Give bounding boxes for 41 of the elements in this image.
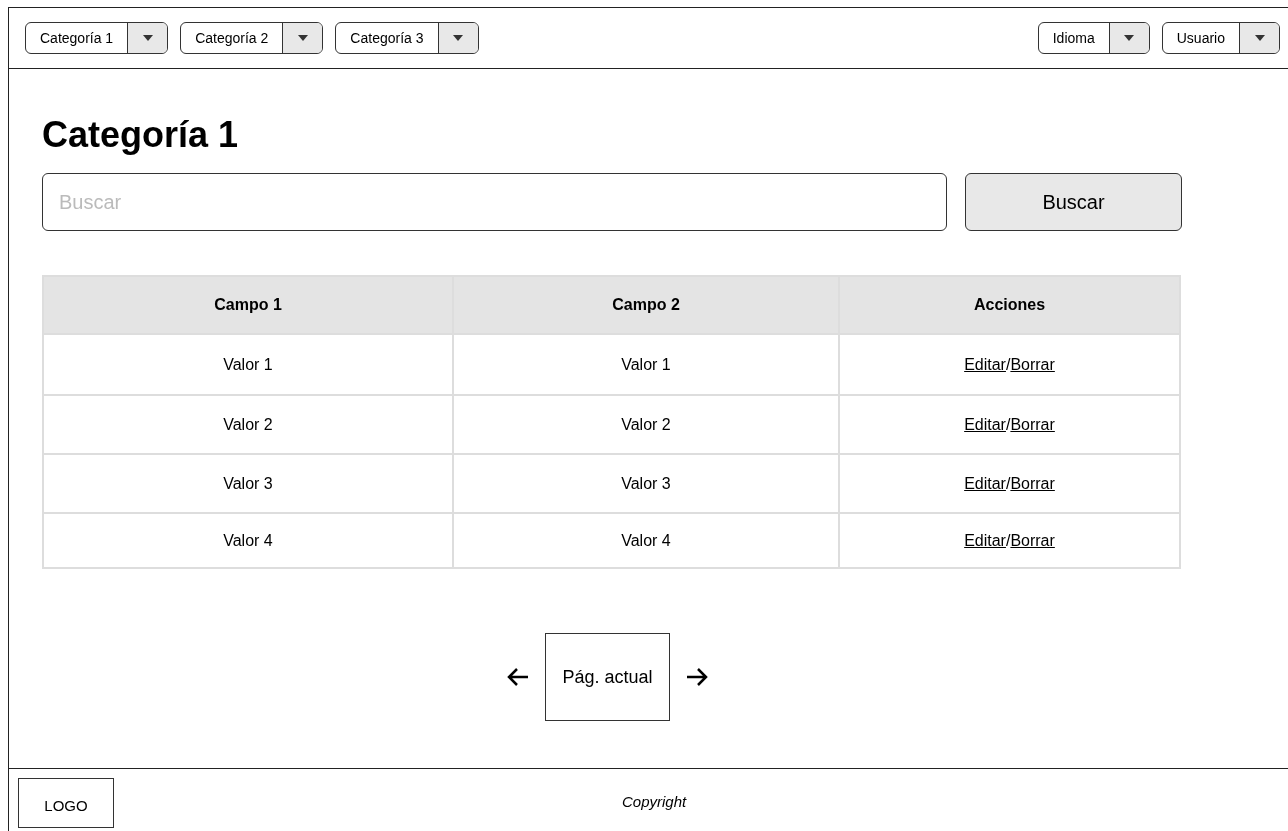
arrow-left-icon[interactable] bbox=[507, 667, 529, 687]
action-link[interactable]: Editar bbox=[964, 415, 1006, 433]
separator: / bbox=[1005, 531, 1011, 549]
table-cell: Valor 1 bbox=[453, 334, 839, 395]
caret-icon bbox=[453, 35, 463, 41]
dropdown[interactable]: Idioma bbox=[1037, 22, 1150, 54]
table-cell: Valor 4 bbox=[43, 513, 453, 568]
arrow-right-icon[interactable] bbox=[686, 667, 708, 687]
caret-icon bbox=[142, 35, 153, 41]
dropdown[interactable]: Categoría 1 bbox=[25, 22, 169, 54]
action-link[interactable]: Borrar bbox=[1010, 531, 1055, 549]
caret-icon bbox=[297, 35, 308, 41]
table-cell: Valor 2 bbox=[453, 395, 839, 454]
separator: / bbox=[1005, 474, 1011, 492]
column-header: Campo 2 bbox=[453, 276, 839, 334]
search-field[interactable]: Buscar bbox=[42, 173, 947, 231]
page-heading: Categoría 1 bbox=[42, 113, 239, 157]
search-button[interactable]: Buscar bbox=[965, 173, 1182, 231]
logo: LOGO bbox=[18, 778, 114, 828]
dropdown[interactable]: Usuario bbox=[1161, 22, 1280, 54]
table-cell: Valor 4 bbox=[453, 513, 839, 568]
current-page-box: Pág. actual bbox=[545, 633, 670, 721]
dropdown[interactable]: Categoría 3 bbox=[335, 22, 479, 54]
action-link[interactable]: Borrar bbox=[1010, 415, 1055, 433]
table-cell: Valor 1 bbox=[43, 334, 453, 395]
copyright-text: Copyright bbox=[622, 792, 687, 812]
action-link[interactable]: Borrar bbox=[1010, 355, 1055, 373]
table-cell: Valor 3 bbox=[453, 454, 839, 513]
caret-icon bbox=[1254, 35, 1265, 41]
table-cell: Valor 3 bbox=[43, 454, 453, 513]
caret-icon bbox=[1124, 35, 1135, 41]
column-header: Acciones bbox=[839, 276, 1180, 334]
column-header: Campo 1 bbox=[43, 276, 453, 334]
action-link[interactable]: Editar bbox=[964, 474, 1006, 492]
table-cell: Valor 2 bbox=[43, 395, 453, 454]
action-link[interactable]: Borrar bbox=[1010, 474, 1055, 492]
action-link[interactable]: Editar bbox=[964, 355, 1006, 373]
action-link[interactable]: Editar bbox=[964, 531, 1006, 549]
dropdown[interactable]: Categoría 2 bbox=[180, 22, 324, 54]
separator: / bbox=[1005, 355, 1011, 373]
separator: / bbox=[1005, 415, 1011, 433]
